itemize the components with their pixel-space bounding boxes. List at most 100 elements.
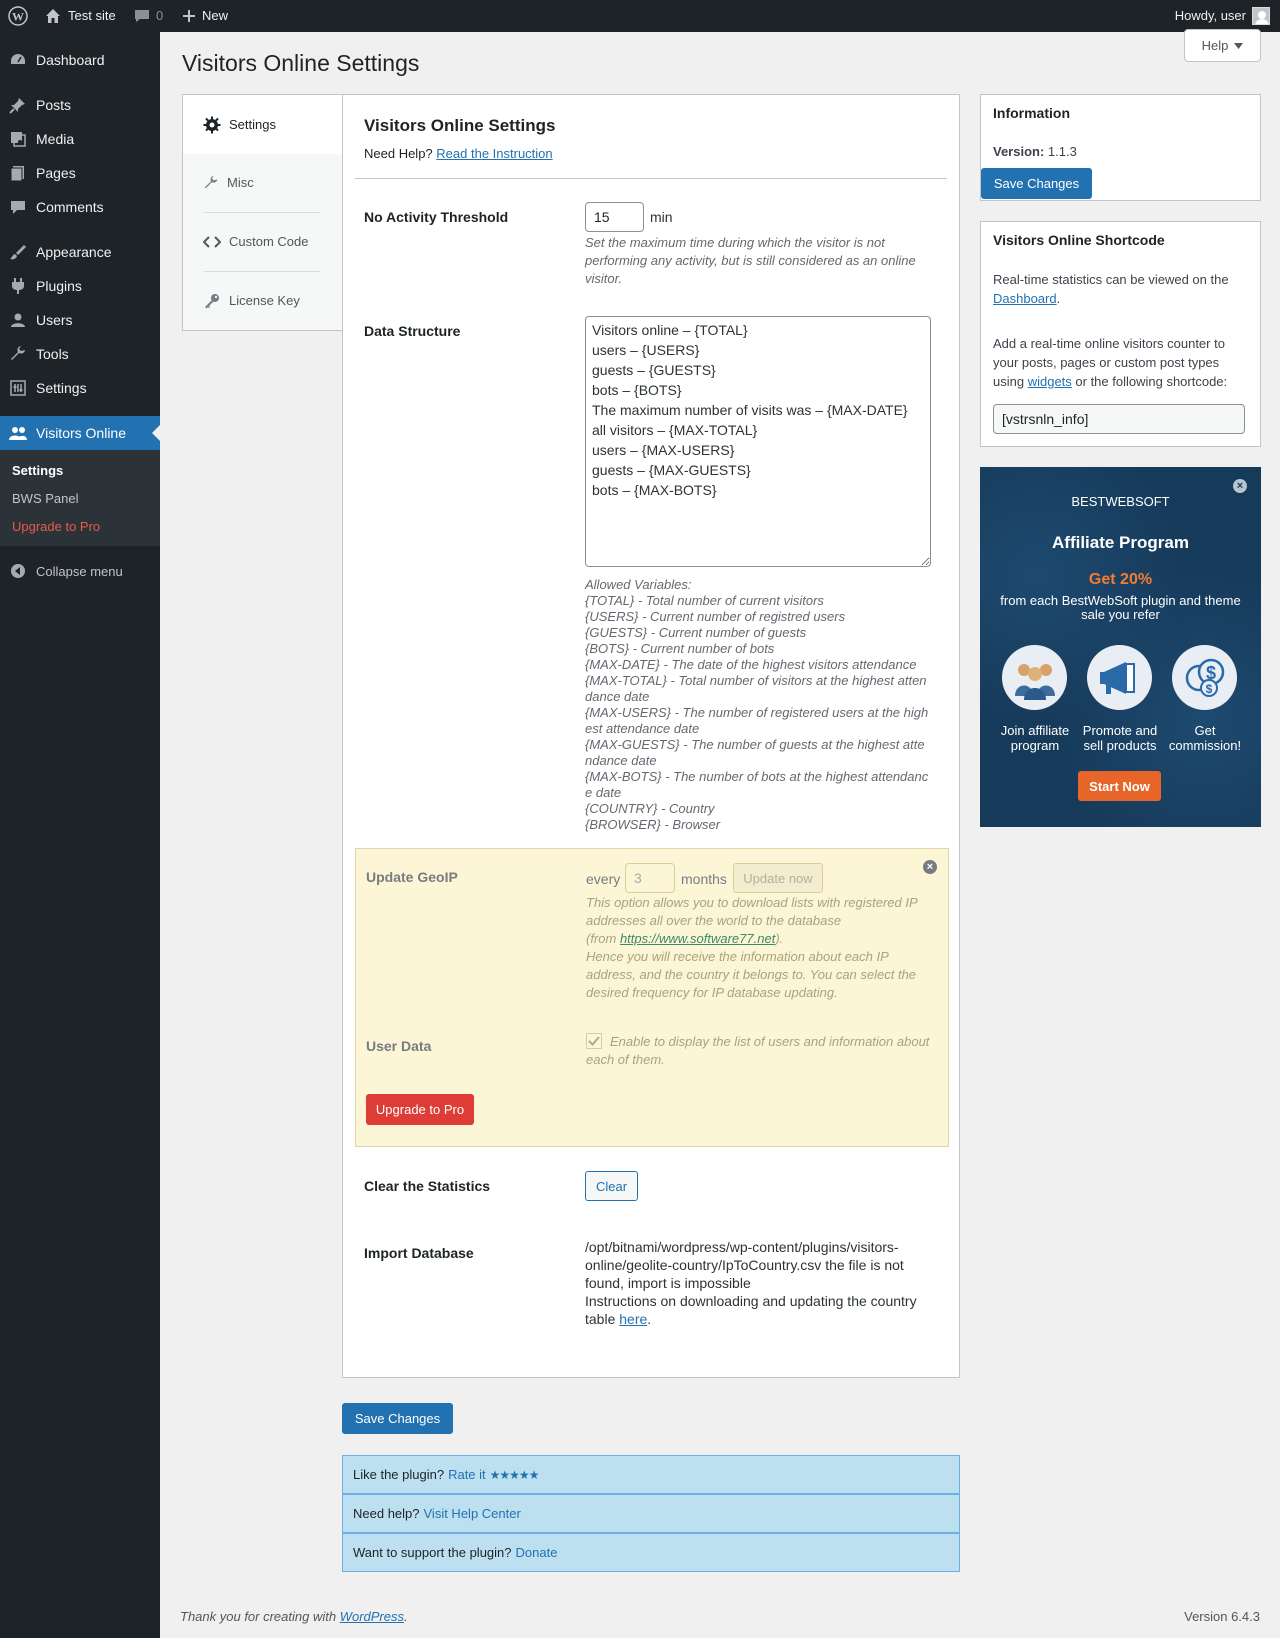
geoip-every: every bbox=[586, 871, 621, 887]
help-tab-button[interactable]: Help bbox=[1184, 29, 1261, 62]
tab-settings[interactable]: Settings bbox=[183, 95, 345, 154]
start-now-button[interactable]: Start Now bbox=[1078, 771, 1161, 801]
shortcode-box: Visitors Online Shortcode Real-time stat… bbox=[980, 221, 1261, 447]
menu-item-users[interactable]: Users bbox=[0, 303, 160, 337]
visitors-icon bbox=[0, 424, 36, 442]
help-label: Help bbox=[1201, 38, 1229, 53]
menu-label: Users bbox=[36, 312, 73, 328]
save-changes-button[interactable]: Save Changes bbox=[342, 1403, 453, 1434]
comments-count: 0 bbox=[156, 8, 164, 23]
visitors-online-submenu: Settings BWS Panel Upgrade to Pro bbox=[0, 450, 160, 546]
allowed-variables: Allowed Variables: {TOTAL} - Total numbe… bbox=[585, 577, 930, 833]
my-account-link[interactable]: Howdy, user bbox=[1175, 0, 1270, 32]
tab-label: License Key bbox=[229, 293, 300, 308]
comments-link[interactable]: 0 bbox=[134, 0, 163, 32]
people-icon bbox=[1002, 645, 1067, 710]
menu-label: Plugins bbox=[36, 278, 82, 294]
geoip-source: (from https://www.software77.net). bbox=[586, 931, 784, 946]
affiliate-title: Affiliate Program bbox=[1052, 533, 1189, 552]
import-status: /opt/bitnami/wordpress/wp-content/plugin… bbox=[585, 1238, 930, 1328]
rate-it-link[interactable]: Rate it bbox=[448, 1467, 486, 1482]
site-name-link[interactable]: Test site bbox=[44, 0, 116, 32]
menu-item-dashboard[interactable]: Dashboard bbox=[0, 43, 160, 77]
need-help-text: Need Help? bbox=[364, 146, 433, 161]
software77-link[interactable]: https://www.software77.net bbox=[620, 931, 775, 946]
caret-down-icon bbox=[1234, 42, 1244, 49]
submenu-item-upgrade-pro[interactable]: Upgrade to Pro bbox=[12, 519, 100, 534]
submenu-item-bws-panel[interactable]: BWS Panel bbox=[12, 491, 78, 506]
shortcode-text-1: Real-time statistics can be viewed on th… bbox=[993, 272, 1229, 306]
support-row: Want to support the plugin? Donate bbox=[342, 1533, 960, 1572]
submenu-item-settings[interactable]: Settings bbox=[12, 463, 63, 478]
svg-text:$: $ bbox=[1205, 682, 1212, 696]
tab-license-key[interactable]: License Key bbox=[183, 272, 343, 329]
variable-item: {TOTAL} - Total number of current visito… bbox=[585, 593, 824, 608]
support-text: Want to support the plugin? bbox=[353, 1545, 512, 1560]
menu-label: Tools bbox=[36, 346, 69, 362]
data-structure-textarea[interactable]: Visitors online – {TOTAL} users – {USERS… bbox=[585, 316, 931, 567]
menu-item-plugins[interactable]: Plugins bbox=[0, 269, 160, 303]
data-structure-label: Data Structure bbox=[364, 323, 461, 339]
threshold-input[interactable]: 15 bbox=[585, 202, 644, 232]
menu-item-posts[interactable]: Posts bbox=[0, 88, 160, 122]
dashboard-link[interactable]: Dashboard bbox=[993, 291, 1057, 306]
wordpress-link[interactable]: WordPress bbox=[340, 1609, 404, 1624]
wordpress-logo-icon[interactable]: W bbox=[8, 0, 28, 32]
information-box: Information Version: 1.1.3 Save Changes bbox=[980, 94, 1261, 201]
affiliate-brand: BESTWEBSOFT bbox=[1071, 494, 1170, 509]
collapse-label: Collapse menu bbox=[36, 563, 123, 579]
close-icon[interactable]: × bbox=[923, 860, 937, 874]
users-icon bbox=[0, 311, 36, 329]
new-content-link[interactable]: New bbox=[182, 0, 228, 32]
read-instruction-link[interactable]: Read the Instruction bbox=[436, 146, 552, 161]
affiliate-step-1: Join affiliate program bbox=[1000, 723, 1070, 753]
sidebar-save-button[interactable]: Save Changes bbox=[981, 168, 1092, 199]
admin-menu: Dashboard Posts Media Pages Comments App… bbox=[0, 32, 160, 1638]
svg-text:W: W bbox=[12, 10, 24, 24]
need-help-text: Need help? bbox=[353, 1506, 420, 1521]
howdy-text: Howdy, user bbox=[1174, 8, 1246, 23]
collapse-menu-button[interactable]: Collapse menu bbox=[0, 554, 123, 588]
import-database-label: Import Database bbox=[364, 1245, 474, 1261]
geoip-months-input[interactable]: 3 bbox=[625, 863, 675, 893]
current-menu-arrow bbox=[152, 425, 160, 441]
update-now-button[interactable]: Update now bbox=[733, 863, 823, 893]
tab-custom-code[interactable]: Custom Code bbox=[183, 213, 343, 270]
shortcode-field[interactable]: [vstrsnln_info] bbox=[993, 404, 1245, 434]
comment-bubble-icon bbox=[135, 10, 149, 22]
menu-label: Pages bbox=[36, 165, 76, 181]
plug-icon bbox=[0, 277, 36, 295]
affiliate-subtitle: from each BestWebSoft plugin and theme s… bbox=[1000, 593, 1241, 622]
menu-label: Appearance bbox=[36, 244, 112, 260]
menu-item-comments[interactable]: Comments bbox=[0, 190, 160, 224]
menu-item-pages[interactable]: Pages bbox=[0, 156, 160, 190]
geoip-label: Update GeoIP bbox=[366, 869, 458, 885]
menu-item-appearance[interactable]: Appearance bbox=[0, 235, 160, 269]
geoip-months: months bbox=[681, 871, 727, 887]
rate-plugin-row: Like the plugin? Rate it ★★★★★ bbox=[342, 1455, 960, 1494]
upgrade-to-pro-button[interactable]: Upgrade to Pro bbox=[366, 1094, 474, 1125]
tab-misc[interactable]: Misc bbox=[183, 154, 343, 211]
clear-button[interactable]: Clear bbox=[585, 1171, 638, 1201]
admin-bar: W Test site 0 New Howdy, user bbox=[0, 0, 1280, 32]
here-link[interactable]: here bbox=[619, 1311, 647, 1327]
rating-stars-icon[interactable]: ★★★★★ bbox=[490, 1468, 540, 1482]
menu-item-settings[interactable]: Settings bbox=[0, 371, 160, 405]
settings-title: Visitors Online Settings bbox=[364, 116, 556, 135]
help-center-link[interactable]: Visit Help Center bbox=[424, 1506, 521, 1521]
menu-item-visitors-online[interactable]: Visitors Online bbox=[0, 416, 160, 450]
affiliate-banner: × BESTWEBSOFT Affiliate Program Get 20% … bbox=[980, 467, 1261, 827]
variable-item: {COUNTRY} - Country bbox=[585, 801, 715, 816]
donate-link[interactable]: Donate bbox=[516, 1545, 558, 1560]
affiliate-step-3: Get commission! bbox=[1168, 723, 1242, 753]
gear-icon bbox=[203, 116, 221, 133]
pages-icon bbox=[0, 164, 36, 182]
widgets-link[interactable]: widgets bbox=[1028, 374, 1072, 389]
menu-item-media[interactable]: Media bbox=[0, 122, 160, 156]
settings-panel: Visitors Online Settings Need Help? Read… bbox=[342, 94, 960, 1378]
menu-item-tools[interactable]: Tools bbox=[0, 337, 160, 371]
close-icon[interactable]: × bbox=[1233, 479, 1247, 493]
information-title: Information bbox=[993, 105, 1070, 121]
user-data-description: Enable to display the list of users and … bbox=[586, 1034, 930, 1067]
media-icon bbox=[0, 130, 36, 148]
